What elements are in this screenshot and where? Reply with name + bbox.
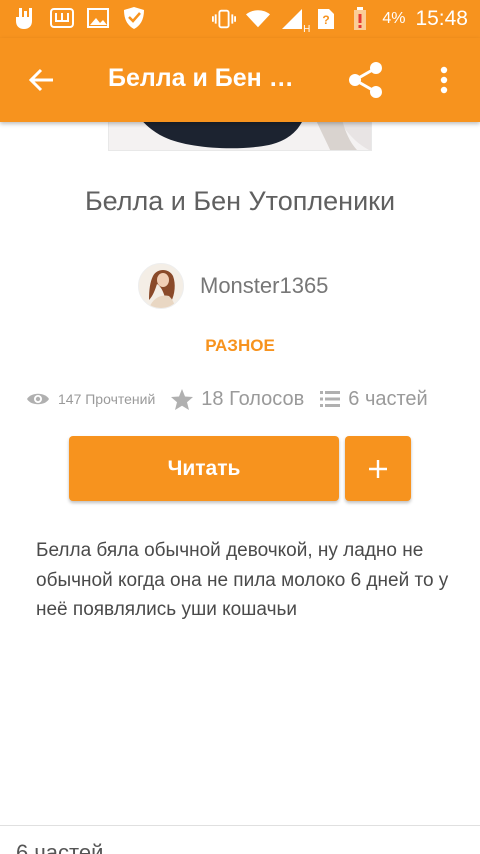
svg-text:?: ? xyxy=(323,13,330,27)
more-vert-icon xyxy=(440,66,448,94)
status-left-icons xyxy=(14,6,146,30)
parts-count: 6 частей xyxy=(348,387,428,410)
parts-stat: 6 частей xyxy=(320,387,428,411)
clock: 15:48 xyxy=(415,7,468,30)
battery-percent: 4% xyxy=(382,10,406,27)
section-divider xyxy=(0,825,480,826)
author-avatar[interactable] xyxy=(138,263,184,309)
battery-low-icon xyxy=(348,7,372,31)
image-icon xyxy=(86,6,110,30)
shop-icon xyxy=(50,6,74,30)
votes-stat: 18 Голосов xyxy=(171,388,304,411)
wifi-icon xyxy=(246,7,271,31)
signal-icon: H xyxy=(280,7,310,35)
story-description: Белла бяла обычной девочкой, ну ладно не… xyxy=(36,540,449,620)
add-to-library-button[interactable] xyxy=(345,436,411,501)
reads-count: 147 Прочтений xyxy=(58,391,156,407)
list-icon xyxy=(320,391,341,407)
reads-stat: 147 Прочтений xyxy=(26,391,155,407)
back-button[interactable] xyxy=(22,60,62,100)
plus-icon xyxy=(369,459,387,478)
share-icon xyxy=(349,62,382,98)
status-right-icons: H ? 4% 15:48 xyxy=(212,7,468,35)
shield-icon xyxy=(122,6,146,30)
app-toolbar: Белла и Бен Утопленики xyxy=(0,38,480,122)
arrow-back-icon xyxy=(29,68,53,92)
status-bar: H ? 4% 15:48 xyxy=(0,0,480,38)
vibrate-icon xyxy=(212,7,237,31)
share-button[interactable] xyxy=(344,58,388,102)
author-link[interactable]: Monster1365 xyxy=(138,262,328,310)
overflow-menu-button[interactable] xyxy=(426,58,462,102)
rock-hand-icon xyxy=(14,6,38,30)
parts-section-heading: 6 частей xyxy=(16,840,104,854)
author-name[interactable]: Monster1365 xyxy=(200,273,328,299)
story-stats: 147 Прочтений 18 Голосов 6 частей xyxy=(26,384,444,414)
read-button[interactable]: Читать xyxy=(69,436,339,501)
eye-icon xyxy=(27,393,49,405)
network-type-label: H xyxy=(303,24,311,35)
star-icon xyxy=(171,388,194,410)
votes-count: 18 Голосов xyxy=(201,387,305,410)
story-title: Белла и Бен Утопленики xyxy=(84,186,396,216)
toolbar-title: Белла и Бен Утопленики xyxy=(108,64,308,92)
category-tag[interactable]: РАЗНОЕ xyxy=(0,336,480,356)
sim-unknown-icon: ? xyxy=(314,7,338,31)
